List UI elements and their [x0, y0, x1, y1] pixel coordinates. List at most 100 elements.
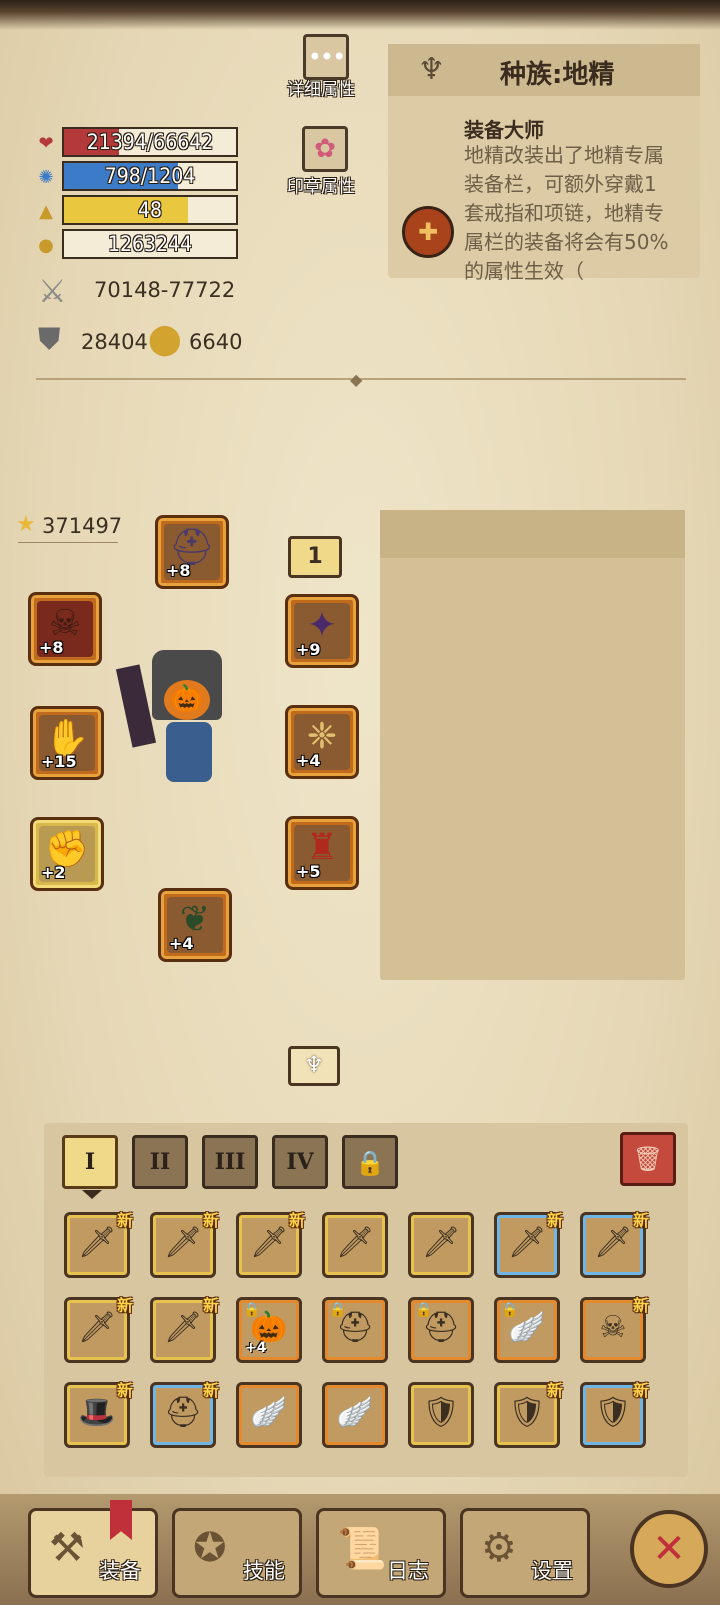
new-item-badge: 新 [116, 1296, 133, 1315]
tab-bag-2[interactable]: II [132, 1135, 188, 1189]
equip-set-badge[interactable]: 1 [288, 536, 342, 578]
inventory-item[interactable]: 🛡 [408, 1382, 474, 1448]
goblin-ears-icon: ♆ [304, 1053, 324, 1078]
inventory-item[interactable]: ⛑ 🔒 [408, 1297, 474, 1363]
legs-slot[interactable]: ❦ +4 [158, 888, 232, 962]
power-underline [18, 542, 118, 543]
weapon-enhance-level: +8 [39, 638, 64, 657]
detail-attributes-label[interactable]: 详细属性 [287, 75, 355, 100]
item-icon: 🪽 [336, 1395, 374, 1430]
lock-icon: 🔒 [243, 1302, 261, 1318]
weapon-slot-left[interactable]: ☠ +8 [28, 592, 102, 666]
inventory-item[interactable]: 🛡 新 [494, 1381, 563, 1448]
new-item-badge: 新 [202, 1211, 219, 1230]
collapse-toggle-button[interactable]: ♆ [288, 1046, 340, 1086]
gear-mana-icon: ✺ [38, 166, 54, 188]
race-title: 种族:地精 [500, 60, 615, 90]
crossed-swords-icon: ⚔ [38, 272, 67, 310]
nav-settings-label: 设置 [531, 1559, 573, 1583]
inventory-item[interactable]: 🗡 新 [494, 1211, 563, 1278]
race-skill-description: 地精改装出了地精专属装备栏，可额外穿戴1套戒指和项链，地精专属栏的装备将会有50… [464, 143, 669, 283]
active-tab-pointer [82, 1190, 102, 1199]
inventory-item[interactable]: ⛑ 新 [150, 1381, 219, 1448]
inventory-item[interactable]: 🎩 新 [64, 1381, 133, 1448]
inventory-item[interactable]: 🗡 新 [64, 1211, 133, 1278]
inventory-item[interactable]: 🗡 新 [150, 1211, 219, 1278]
race-skill-name: 装备大师 [464, 118, 544, 142]
tab-bag-4[interactable]: IV [272, 1135, 328, 1189]
helmet-slot[interactable]: ⛑ +8 [155, 515, 229, 589]
tab-bag-1[interactable]: I [62, 1135, 118, 1189]
hero-blade [115, 664, 157, 748]
legs-enhance-level: +4 [169, 934, 194, 953]
tab-bag-2-label: II [149, 1149, 171, 1175]
inventory-item[interactable]: 🗡 [408, 1212, 474, 1278]
equipment-info-header [380, 510, 685, 558]
new-item-badge: 新 [546, 1211, 563, 1230]
heart-icon: ❤ [38, 132, 54, 154]
flower-seal-icon: ✿ [314, 134, 336, 164]
gear-icon: ⚙ [481, 1525, 517, 1571]
hero-character: 🎃 [115, 650, 240, 800]
tab-bag-3[interactable]: III [202, 1135, 258, 1189]
new-item-badge: 新 [202, 1296, 219, 1315]
nav-settings[interactable]: ⚙ 设置 [460, 1508, 590, 1598]
item-icon: 🗡 [421, 1225, 461, 1260]
trash-icon: 🗑 [632, 1145, 664, 1173]
shoulder-slot[interactable]: ✦ +9 [285, 594, 359, 668]
item-icon: 🪽 [250, 1395, 288, 1430]
item-icon: 🛡 [421, 1395, 461, 1430]
inventory-item[interactable]: ☠ 新 [580, 1296, 649, 1363]
new-item-badge: 新 [632, 1381, 649, 1400]
inventory-item[interactable]: 🗡 新 [64, 1296, 133, 1363]
top-torn-edge [0, 0, 720, 30]
inventory-item[interactable]: 🪽 [236, 1382, 302, 1448]
boots-slot[interactable]: ✊ +2 [30, 817, 104, 891]
close-icon: ✕ [652, 1526, 686, 1572]
power-value: 371497 [42, 514, 123, 538]
axe-icon: ⚒ [49, 1525, 85, 1571]
gloves-slot[interactable]: ✋ +15 [30, 706, 104, 780]
nav-log[interactable]: 📜 日志 [316, 1508, 446, 1598]
nav-skills[interactable]: ✪ 技能 [172, 1508, 302, 1598]
new-item-badge: 新 [632, 1296, 649, 1315]
nav-equipment[interactable]: ⚒ 装备 [28, 1508, 158, 1598]
new-item-badge: 新 [632, 1211, 649, 1230]
new-item-badge: 新 [202, 1381, 219, 1400]
tab-bag-1-label: I [84, 1149, 96, 1175]
gold-value: 6640 [189, 330, 243, 354]
tab-bag-4-label: IV [286, 1149, 314, 1175]
hp-bar: 21394/66642 [62, 127, 238, 157]
inventory-item[interactable]: 🗡 新 [150, 1296, 219, 1363]
close-button[interactable]: ✕ [630, 1510, 708, 1588]
inventory-item[interactable]: 🪽 [322, 1382, 388, 1448]
seal-attributes-label[interactable]: 印章属性 [287, 172, 355, 197]
tab-bag-locked[interactable]: 🔒 [342, 1135, 398, 1189]
star-icon: ★ [16, 512, 36, 537]
amulet-slot[interactable]: ❈ +4 [285, 705, 359, 779]
detail-attributes-button[interactable]: ••• [303, 34, 349, 80]
more-dots-icon: ••• [307, 43, 346, 71]
inventory-item[interactable]: 🗡 新 [580, 1211, 649, 1278]
discard-button[interactable]: 🗑 [620, 1132, 676, 1186]
inventory-item[interactable]: 🗡 新 [236, 1211, 305, 1278]
inventory-item[interactable]: ⛑ 🔒 [322, 1297, 388, 1363]
inventory-item[interactable]: 🪽 🔒 [494, 1297, 560, 1363]
helmet-enhance-level: +8 [166, 561, 191, 580]
inventory-item[interactable]: 🗡 [322, 1212, 388, 1278]
gloves-enhance-level: +15 [41, 752, 77, 771]
lock-icon: 🔒 [329, 1302, 347, 1318]
armor-enhance-level: +5 [296, 862, 321, 881]
inventory-item[interactable]: 🛡 新 [580, 1381, 649, 1448]
new-item-badge: 新 [288, 1211, 305, 1230]
new-item-badge: 新 [546, 1381, 563, 1400]
inventory-item[interactable]: 🎃 🔒 +4 [236, 1297, 302, 1363]
level-text: 48 [137, 198, 163, 222]
armor-slot[interactable]: ♜ +5 [285, 816, 359, 890]
goblin-emblem-icon: ♆ [418, 52, 445, 87]
boots-enhance-level: +2 [41, 863, 66, 882]
item-enhance-level: +4 [245, 1340, 267, 1356]
level-bar: 48 [62, 195, 238, 225]
scroll-log-icon: 📜 [337, 1526, 387, 1572]
seal-attributes-button[interactable]: ✿ [302, 126, 348, 172]
